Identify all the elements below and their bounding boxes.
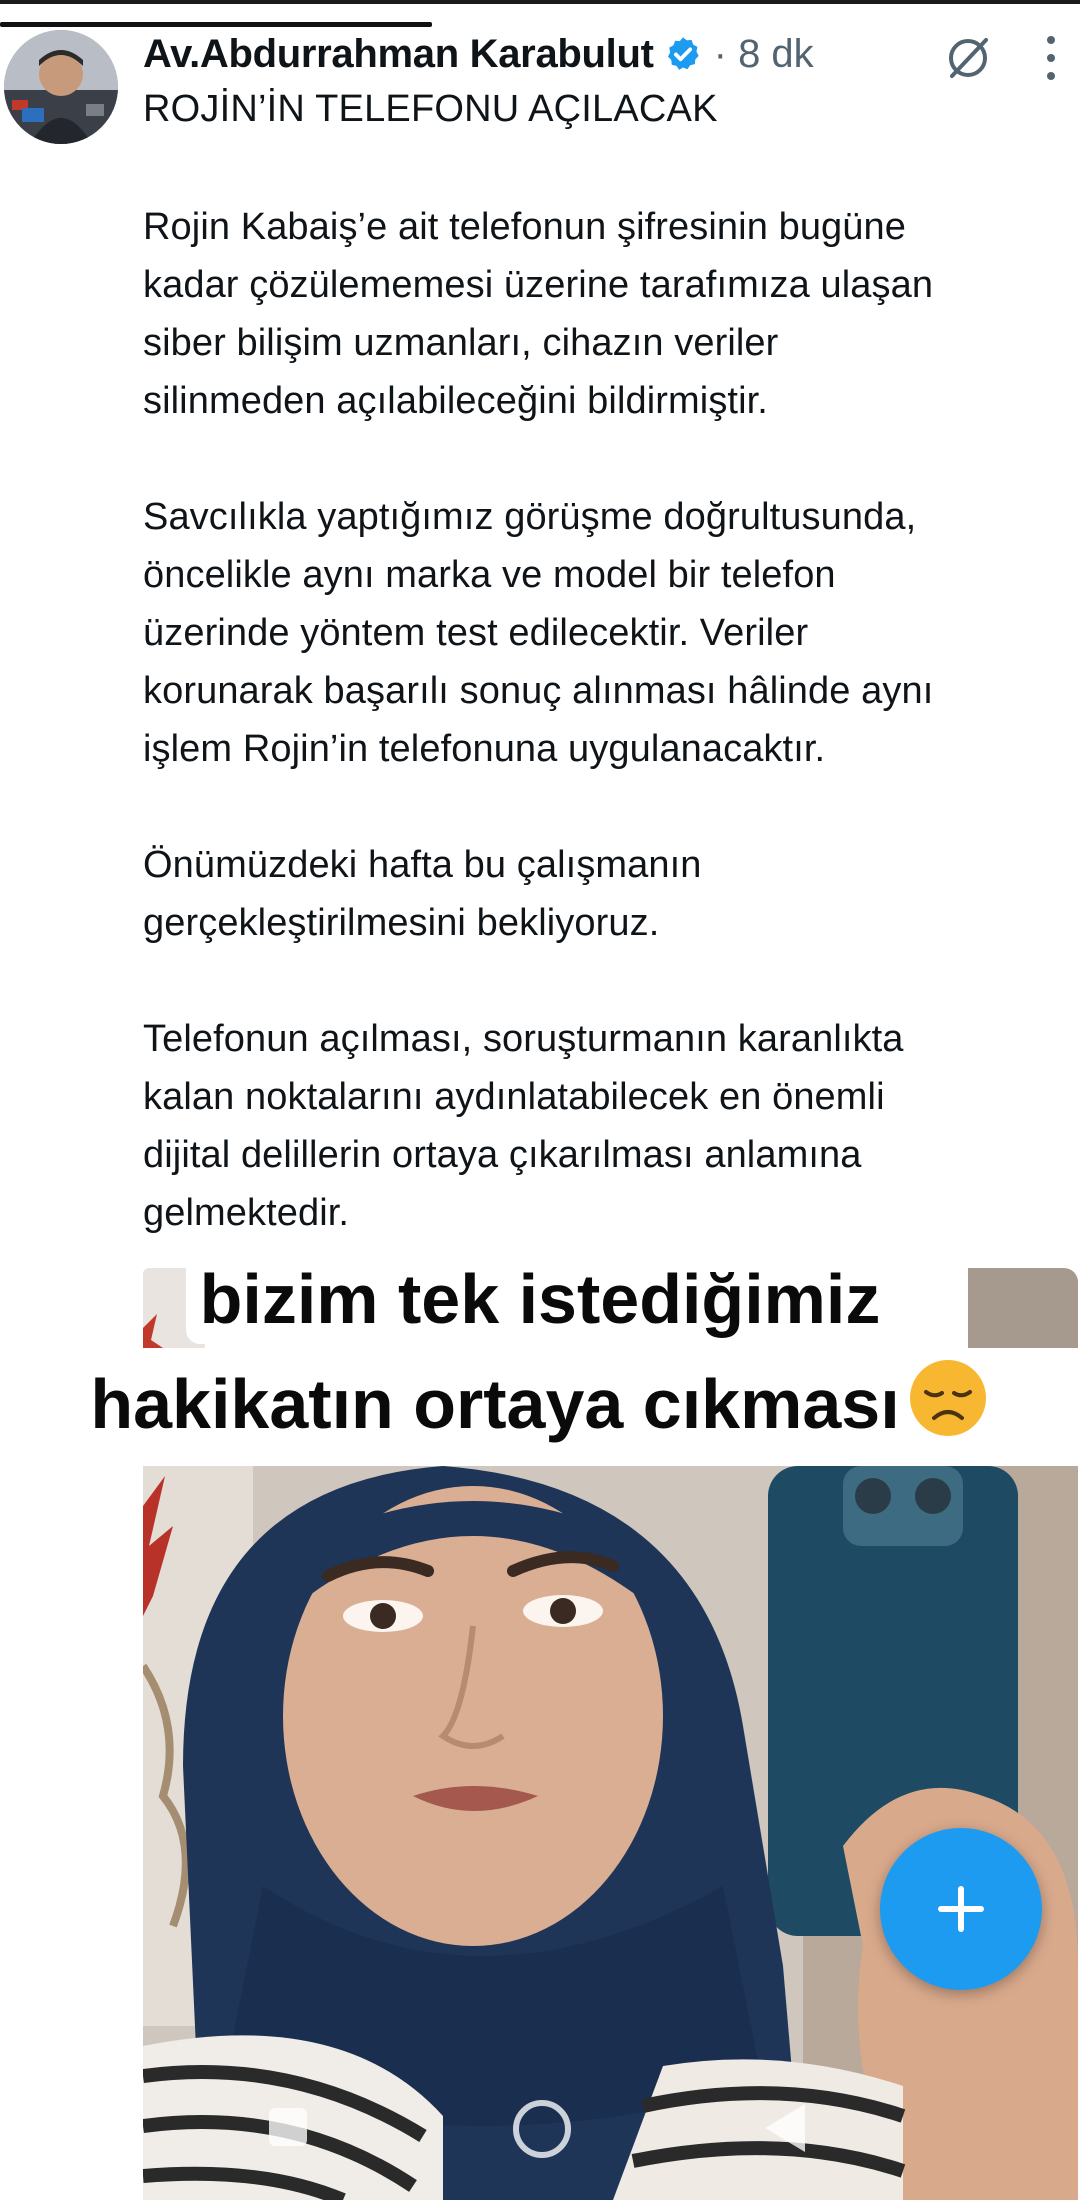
plus-icon — [938, 1886, 984, 1932]
caption-wrap-2: hakikatın ortaya cıkması — [76, 1356, 1004, 1452]
caption-text-2: hakikatın ortaya cıkması — [90, 1365, 900, 1443]
post-paragraph: Savcılıkla yaptığımız görüşme doğrultusu… — [143, 496, 934, 770]
recents-square-icon[interactable] — [269, 2108, 307, 2146]
post-header: Av.Abdurrahman Karabulut · 8 dk — [143, 24, 814, 84]
post-paragraph: Rojin Kabaiş’e ait telefonun şifresinin … — [143, 206, 934, 422]
grok-icon[interactable] — [940, 30, 996, 86]
more-vertical-icon[interactable] — [1036, 30, 1066, 86]
avatar-photo — [4, 30, 118, 144]
back-triangle-icon[interactable] — [765, 2104, 805, 2152]
author-name[interactable]: Av.Abdurrahman Karabulut — [143, 32, 654, 77]
disappointed-face-emoji — [909, 1360, 986, 1436]
verified-badge-icon — [667, 37, 699, 70]
post-time: · 8 dk — [713, 31, 814, 76]
post-paragraph: Telefonun açılması, soruşturmanın karanl… — [143, 1018, 904, 1234]
caption-text-1: bizim tek istediğimiz — [185, 1254, 895, 1344]
post-paragraph: Önümüzdeki hafta bu çalışmanın gerçekleş… — [143, 844, 702, 944]
caption-line-2: hakikatın ortaya cıkması — [0, 1356, 1080, 1452]
home-circle-icon[interactable] — [513, 2100, 571, 2158]
caption-line-1: bizim tek istediğimiz — [0, 1254, 1080, 1344]
post-title: ROJİN’İN TELEFONU AÇILACAK — [143, 88, 718, 130]
system-nav-bar — [143, 2090, 1078, 2170]
compose-fab-button[interactable] — [880, 1828, 1042, 1990]
status-edge — [0, 0, 1080, 4]
avatar[interactable] — [4, 30, 118, 144]
post-body: Rojin Kabaiş’e ait telefonun şifresinin … — [143, 198, 1063, 1242]
